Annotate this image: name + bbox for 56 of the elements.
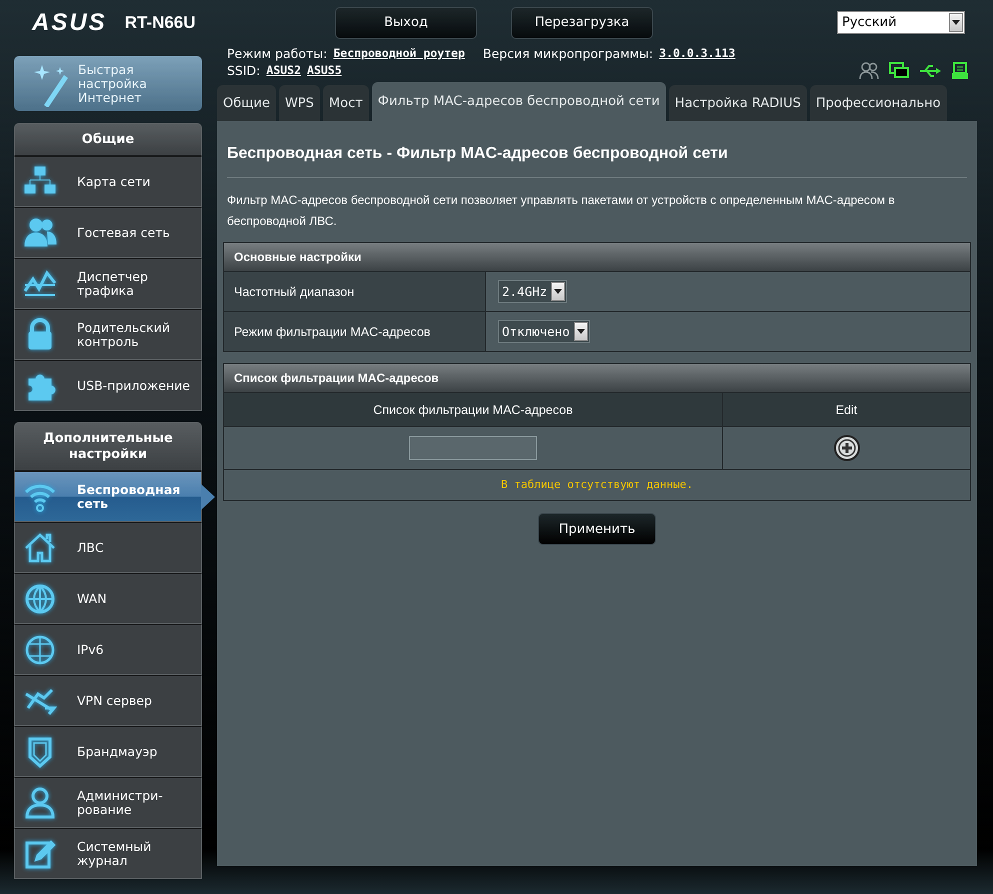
column-header: Edit bbox=[723, 393, 970, 426]
sidebar-item[interactable]: Гостевая сеть bbox=[14, 207, 202, 258]
sidebar-item[interactable]: Диспетчер трафика bbox=[14, 258, 202, 309]
tab[interactable]: Фильтр MAC-адресов беспроводной сети bbox=[372, 82, 666, 121]
sidebar-item[interactable]: Родительский контроль bbox=[14, 309, 202, 360]
ssid-link[interactable]: ASUS2 bbox=[266, 62, 302, 79]
globe-icon bbox=[23, 582, 57, 616]
mac-address-field[interactable] bbox=[409, 436, 537, 460]
tab[interactable]: Настройка RADIUS bbox=[668, 85, 807, 121]
reboot-button[interactable]: Перезагрузка bbox=[511, 6, 653, 38]
ssid-label: SSID: bbox=[227, 62, 260, 79]
pointer-icon bbox=[201, 484, 215, 510]
sidebar-item[interactable]: VPN сервер bbox=[14, 675, 202, 726]
column-header: Список фильтрации MAC-адресов bbox=[224, 393, 723, 426]
sidebar-item[interactable]: ЛВС bbox=[14, 522, 202, 573]
sidebar-item[interactable]: WAN bbox=[14, 573, 202, 624]
sidebar-item[interactable]: IPv6 bbox=[14, 624, 202, 675]
clients-icon[interactable] bbox=[859, 62, 879, 80]
people-icon bbox=[23, 216, 57, 250]
person-icon bbox=[23, 786, 57, 820]
logout-button[interactable]: Выход bbox=[335, 6, 477, 38]
apply-button[interactable]: Применить bbox=[538, 513, 656, 545]
sidebar-section-title: Общие bbox=[14, 123, 202, 156]
setting-label: Частотный диапазон bbox=[224, 272, 486, 311]
mode-link[interactable]: Беспроводной роутер bbox=[333, 45, 465, 62]
model-name: RT-N66U bbox=[124, 12, 196, 32]
description: Фильтр MAC-адресов беспроводной сети позволяет управлять пакетами от устройств с определенным MAC-адресом в беспроводной ЛВС. bbox=[226, 192, 896, 230]
quick-setup-button[interactable]: Быстрая настройка Интернет bbox=[14, 56, 202, 111]
mode-label: Режим работы: bbox=[227, 45, 328, 62]
page-title: Беспроводная сеть - Фильтр MAC-адресов беспроводной сети bbox=[226, 145, 729, 163]
tab[interactable]: Общие bbox=[217, 85, 276, 121]
monitor-icon[interactable] bbox=[889, 62, 909, 80]
sidebar-item[interactable]: Администри- рование bbox=[14, 777, 202, 828]
firmware-label: Версия микропрограммы: bbox=[482, 45, 654, 62]
sidebar-item[interactable]: Карта сети bbox=[14, 156, 202, 207]
sidebar-item[interactable]: Системный журнал bbox=[14, 828, 202, 879]
usb-icon[interactable] bbox=[919, 63, 941, 79]
language-select[interactable]: Русский bbox=[837, 11, 965, 34]
tab[interactable]: WPS bbox=[278, 85, 320, 121]
ssid-link[interactable]: ASUS5 bbox=[307, 62, 342, 79]
sidebar-item[interactable]: Брандмауэр bbox=[14, 726, 202, 777]
sidebar-item[interactable]: USB-приложение bbox=[14, 360, 202, 411]
dropdown-select[interactable]: Отключено bbox=[498, 320, 590, 343]
section-header: Список фильтрации MAC-адресов bbox=[224, 364, 970, 392]
firmware-link[interactable]: 3.0.0.3.113 bbox=[659, 45, 736, 62]
setting-label: Режим фильтрации MAC-адресов bbox=[224, 312, 486, 351]
sidebar-section-title: Дополнительные настройки bbox=[14, 422, 202, 471]
section-header: Основные настройки bbox=[224, 243, 970, 271]
logo: ASUS bbox=[32, 8, 107, 36]
add-icon[interactable] bbox=[832, 434, 860, 462]
dropdown-select[interactable]: 2.4GHz bbox=[498, 280, 568, 303]
tab[interactable]: Профессионально bbox=[810, 85, 947, 121]
house-icon bbox=[23, 530, 57, 564]
tab[interactable]: Мост bbox=[322, 85, 369, 121]
empty-table-message: В таблице отсутствуют данные. bbox=[224, 469, 970, 500]
printer-icon[interactable] bbox=[951, 62, 969, 80]
